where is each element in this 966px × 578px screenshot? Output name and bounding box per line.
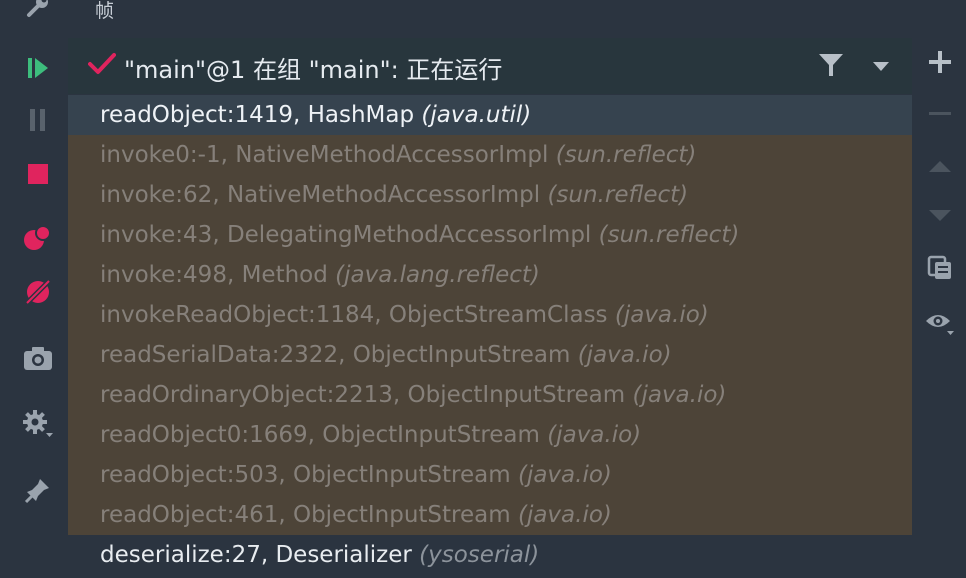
frame-package: (java.io)	[614, 302, 709, 328]
stack-frame-row[interactable]: deserialize:27, Deserializer (ysoserial)	[68, 535, 912, 575]
stack-frame-row[interactable]: invoke0:-1, NativeMethodAccessorImpl (su…	[68, 135, 912, 175]
frame-package: (sun.reflect)	[547, 182, 689, 208]
filter-icon[interactable]	[818, 52, 844, 82]
stack-frame-row[interactable]: invoke:62, NativeMethodAccessorImpl (sun…	[68, 175, 912, 215]
debugger-settings-button[interactable]	[18, 404, 58, 444]
stack-frame-row[interactable]: readOrdinaryObject:2213, ObjectInputStre…	[68, 375, 912, 415]
view-breakpoints-button[interactable]	[18, 218, 58, 258]
frame-package: (java.io)	[632, 382, 727, 408]
resume-program-button[interactable]	[18, 48, 58, 88]
watch-options-button[interactable]	[920, 304, 960, 344]
frame-package: (java.lang.reflect)	[335, 262, 540, 288]
frames-panel-title: 帧	[95, 0, 115, 22]
frame-method: readSerialData:2322, ObjectInputStream	[100, 342, 571, 368]
frame-method: readObject:461, ObjectInputStream	[100, 502, 511, 528]
chevron-down-icon[interactable]	[872, 58, 890, 77]
thread-selector[interactable]: "main"@1 在组 "main": 正在运行	[68, 38, 912, 94]
remove-watch-button[interactable]	[920, 94, 960, 134]
frame-method: deserialize:27, Deserializer	[100, 542, 412, 568]
stack-frame-row[interactable]: readObject:503, ObjectInputStream (java.…	[68, 455, 912, 495]
debugger-left-toolbar	[0, 0, 68, 578]
stack-frame-row[interactable]: readObject:1419, HashMap (java.util)	[68, 95, 912, 135]
copy-icon	[927, 255, 951, 279]
wrench-icon[interactable]	[18, 0, 58, 26]
frame-method: readObject0:1669, ObjectInputStream	[100, 422, 540, 448]
stop-icon	[28, 164, 48, 184]
frame-method: invoke:498, Method	[100, 262, 328, 288]
resume-icon	[28, 58, 48, 78]
mute-breakpoints-icon	[24, 278, 52, 306]
snapshot-button[interactable]	[18, 338, 58, 378]
duplicate-watch-button[interactable]	[920, 248, 960, 288]
camera-icon	[24, 347, 52, 370]
frame-method: invoke:62, NativeMethodAccessorImpl	[100, 182, 541, 208]
pin-tab-button[interactable]	[18, 470, 58, 510]
move-watch-down-button[interactable]	[920, 196, 960, 236]
mute-breakpoints-button[interactable]	[18, 272, 58, 312]
frame-package: (java.io)	[517, 462, 612, 488]
stop-button[interactable]	[18, 154, 58, 194]
stack-frame-row[interactable]: invokeReadObject:1184, ObjectStreamClass…	[68, 295, 912, 335]
stack-frame-row[interactable]: readObject:461, ObjectInputStream (java.…	[68, 495, 912, 535]
frame-package: (java.io)	[577, 342, 672, 368]
frame-method: readObject:1419, HashMap	[100, 102, 415, 128]
add-icon	[929, 51, 951, 73]
remove-icon	[929, 112, 951, 115]
stack-frames-list: readObject:1419, HashMap (java.util) invo…	[68, 95, 912, 575]
frame-package: (java.io)	[547, 422, 642, 448]
add-watch-button[interactable]	[920, 42, 960, 82]
stack-frame-row[interactable]: invoke:43, DelegatingMethodAccessorImpl …	[68, 215, 912, 255]
settings-icon	[23, 410, 53, 437]
frame-package: (sun.reflect)	[555, 142, 697, 168]
checkmark-icon	[88, 52, 116, 80]
frame-method: readOrdinaryObject:2213, ObjectInputStre…	[100, 382, 626, 408]
move-up-icon	[929, 161, 951, 172]
frame-method: invoke:43, DelegatingMethodAccessorImpl	[100, 222, 592, 248]
stack-frame-row[interactable]: invoke:498, Method (java.lang.reflect)	[68, 255, 912, 295]
thread-name: "main"@1 在组 "main": 正在运行	[124, 56, 503, 84]
move-watch-up-button[interactable]	[920, 146, 960, 186]
frame-package: (java.io)	[517, 502, 612, 528]
frame-method: invoke0:-1, NativeMethodAccessorImpl	[100, 142, 549, 168]
watch-eye-icon	[926, 315, 954, 335]
stack-frame-row[interactable]: readObject0:1669, ObjectInputStream (jav…	[68, 415, 912, 455]
move-down-icon	[929, 210, 951, 221]
frame-package: (java.util)	[421, 102, 532, 128]
pause-program-button[interactable]	[18, 100, 58, 140]
view-breakpoints-icon	[24, 225, 51, 250]
pause-icon	[30, 109, 45, 131]
frame-method: invokeReadObject:1184, ObjectStreamClass	[100, 302, 608, 328]
frame-package: (ysoserial)	[419, 542, 540, 568]
pin-icon	[24, 479, 49, 504]
frame-package: (sun.reflect)	[598, 222, 740, 248]
frame-method: readObject:503, ObjectInputStream	[100, 462, 511, 488]
stack-frame-row[interactable]: readSerialData:2322, ObjectInputStream (…	[68, 335, 912, 375]
variables-toolbar	[912, 0, 966, 578]
